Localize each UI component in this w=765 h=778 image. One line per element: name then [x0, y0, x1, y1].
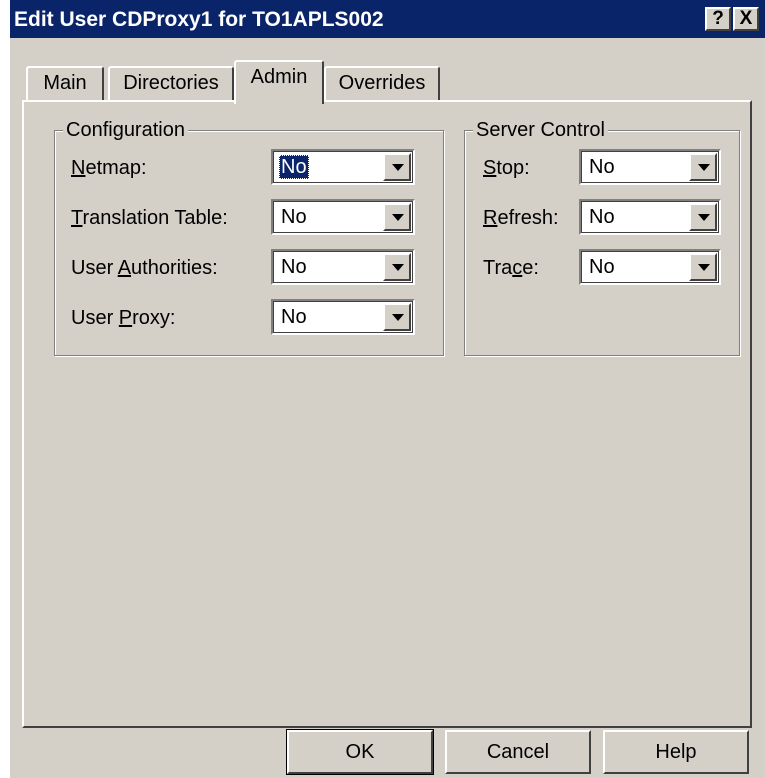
server-control-group-title: Server Control	[473, 118, 608, 142]
title-bar[interactable]: Edit User CDProxy1 for TO1APLS002 ? X	[10, 0, 765, 38]
close-icon[interactable]: X	[733, 7, 759, 31]
refresh-dropdown-button[interactable]	[689, 203, 717, 231]
user-proxy-select[interactable]: No	[271, 299, 415, 335]
netmap-label: Netmap:	[71, 157, 147, 179]
window-title: Edit User CDProxy1 for TO1APLS002	[14, 8, 384, 31]
refresh-select[interactable]: No	[579, 199, 721, 235]
background-strip	[0, 0, 10, 778]
translation-table-dropdown-button[interactable]	[383, 203, 411, 231]
help-button[interactable]: Help	[603, 730, 749, 774]
user-authorities-label: User Authorities:	[71, 257, 218, 279]
chevron-down-icon	[392, 164, 404, 171]
user-authorities-dropdown-button[interactable]	[383, 253, 411, 281]
trace-select[interactable]: No	[579, 249, 721, 285]
stop-dropdown-button[interactable]	[689, 153, 717, 181]
trace-value: No	[589, 256, 615, 278]
chevron-down-icon	[392, 264, 404, 271]
translation-table-value: No	[281, 206, 307, 228]
user-proxy-value: No	[281, 306, 307, 328]
refresh-value: No	[589, 206, 615, 228]
translation-table-label: Translation Table:	[71, 207, 228, 229]
netmap-select[interactable]: No	[271, 149, 415, 185]
netmap-value: No	[279, 155, 309, 179]
user-authorities-select[interactable]: No	[271, 249, 415, 285]
tab-main[interactable]: Main	[26, 66, 104, 102]
refresh-label: Refresh:	[483, 207, 559, 229]
configuration-group-title: Configuration	[63, 118, 188, 142]
trace-label: Trace:	[483, 257, 539, 279]
stop-value: No	[589, 156, 615, 178]
user-proxy-label: User Proxy:	[71, 307, 176, 329]
chevron-down-icon	[392, 214, 404, 221]
configuration-group: Configuration Netmap: No Translation Tab…	[54, 118, 444, 356]
tab-overrides[interactable]: Overrides	[324, 66, 440, 102]
chevron-down-icon	[698, 164, 710, 171]
tab-admin[interactable]: Admin	[234, 60, 324, 104]
server-control-group: Server Control Stop: No Refresh: No Trac…	[464, 118, 740, 356]
cancel-button[interactable]: Cancel	[445, 730, 591, 774]
trace-dropdown-button[interactable]	[689, 253, 717, 281]
ok-button[interactable]: OK	[286, 729, 434, 775]
chevron-down-icon	[698, 264, 710, 271]
edit-user-dialog: Edit User CDProxy1 for TO1APLS002 ? X Ma…	[10, 0, 765, 778]
chevron-down-icon	[392, 314, 404, 321]
user-authorities-value: No	[281, 256, 307, 278]
netmap-dropdown-button[interactable]	[383, 153, 411, 181]
translation-table-select[interactable]: No	[271, 199, 415, 235]
admin-tab-panel: Configuration Netmap: No Translation Tab…	[22, 100, 752, 728]
chevron-down-icon	[698, 214, 710, 221]
user-proxy-dropdown-button[interactable]	[383, 303, 411, 331]
tab-directories[interactable]: Directories	[108, 66, 234, 102]
help-icon[interactable]: ?	[705, 7, 731, 31]
stop-label: Stop:	[483, 157, 530, 179]
stop-select[interactable]: No	[579, 149, 721, 185]
